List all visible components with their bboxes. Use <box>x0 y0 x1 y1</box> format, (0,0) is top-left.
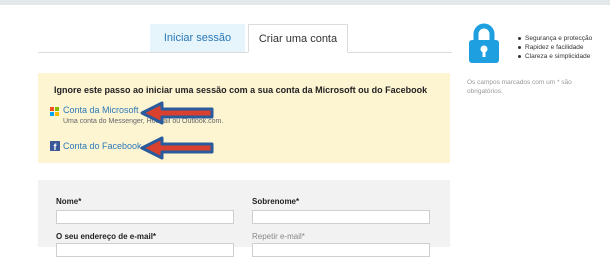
registration-form: Nome* Sobrenome* O seu endereço de e-mai… <box>38 180 450 257</box>
tab-login[interactable]: Iniciar sessão <box>150 24 245 52</box>
facebook-logo-icon: f <box>50 141 60 152</box>
tab-bar: Iniciar sessão Criar uma conta <box>38 24 452 53</box>
arrow-left-icon <box>140 101 214 125</box>
benefit-item: Segurança e protecção <box>517 34 592 43</box>
repeat-email-input[interactable] <box>252 243 430 257</box>
first-name-input[interactable] <box>56 210 234 224</box>
microsoft-logo-icon <box>50 107 60 117</box>
benefits-list: Segurança e protecção Rapidez e facilida… <box>517 34 592 61</box>
email-label: O seu endereço de e-mail* <box>56 232 157 241</box>
facebook-account-link[interactable]: Conta do Facebook <box>63 141 142 151</box>
last-name-input[interactable] <box>252 210 430 224</box>
repeat-email-label: Repetir e-mail* <box>252 232 305 241</box>
microsoft-account-link[interactable]: Conta da Microsoft <box>63 105 139 115</box>
benefit-item: Clareza e simplicidade <box>517 52 592 61</box>
arrow-left-icon <box>140 136 214 160</box>
lock-icon <box>469 23 499 63</box>
social-login-box: Ignore este passo ao iniciar uma sessão … <box>38 73 450 163</box>
last-name-label: Sobrenome* <box>252 197 300 206</box>
first-name-label: Nome* <box>56 197 82 206</box>
benefit-item: Rapidez e facilidade <box>517 43 592 52</box>
top-bar <box>0 0 610 5</box>
social-login-title: Ignore este passo ao iniciar uma sessão … <box>54 85 428 95</box>
required-fields-note: Os campos marcados com um * são obrigató… <box>467 79 572 95</box>
email-input[interactable] <box>56 243 234 257</box>
tab-create-account[interactable]: Criar uma conta <box>248 24 348 53</box>
